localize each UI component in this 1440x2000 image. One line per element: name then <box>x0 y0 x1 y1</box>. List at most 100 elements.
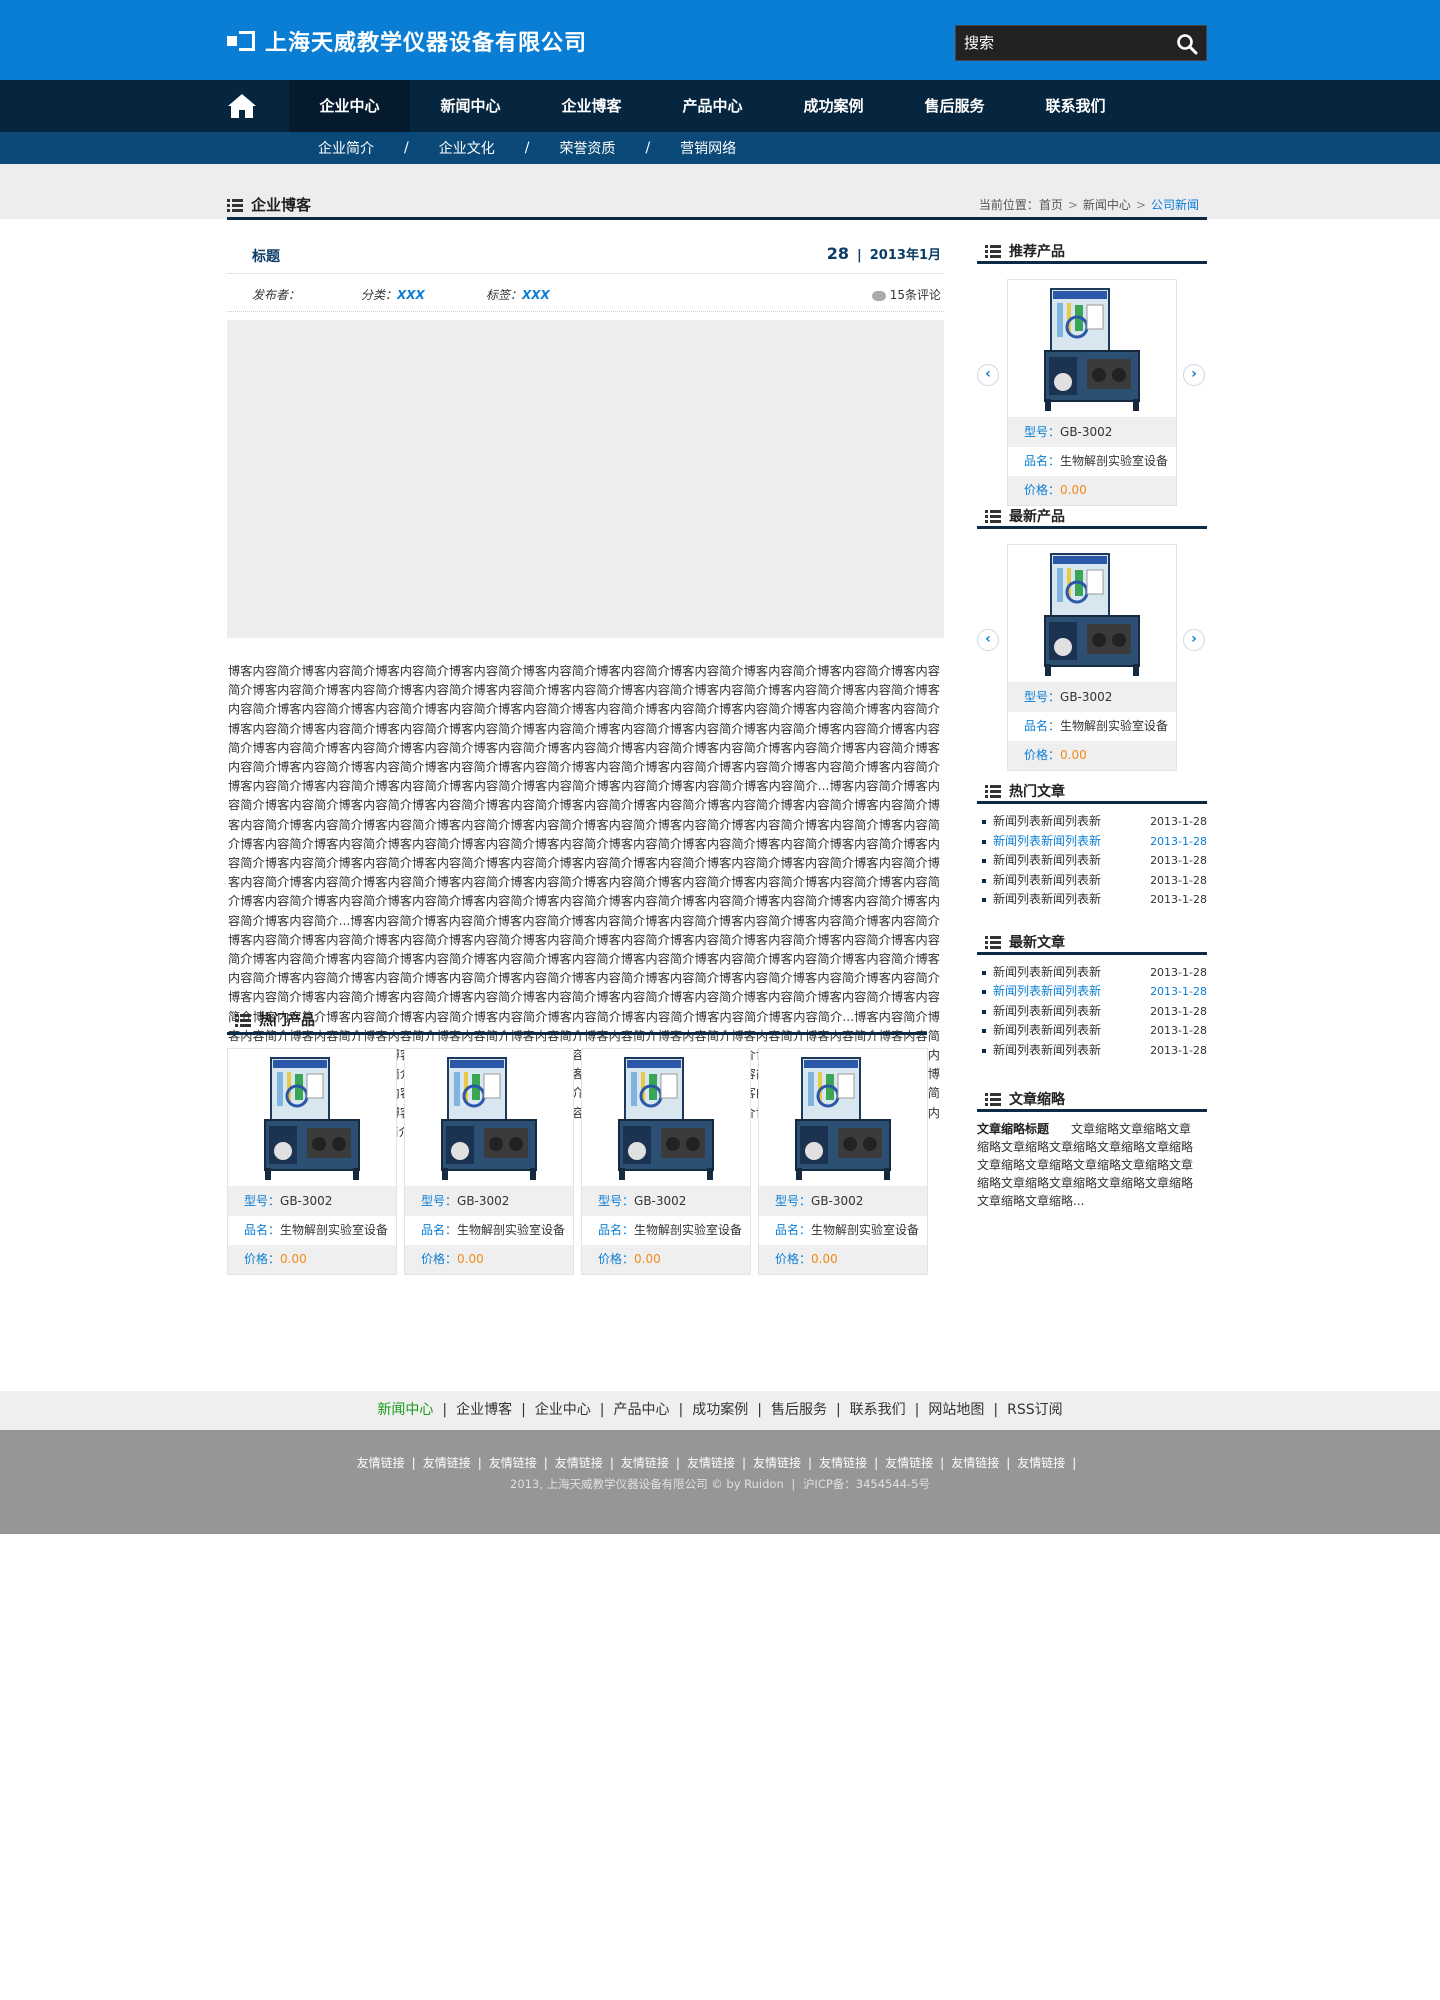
chevron-right-icon[interactable]: › <box>1183 364 1205 386</box>
post-title[interactable]: 标题 <box>252 246 280 266</box>
sub-nav-item[interactable]: 企业简介 <box>318 138 374 158</box>
product-card[interactable]: 型号：GB-3002 品名：生物解剖实验室设备 价格：0.00 <box>404 1048 574 1275</box>
breadcrumb: 当前位置：首页 > 新闻中心 > 公司新闻 <box>979 196 1199 213</box>
footer-nav-item[interactable]: 成功案例 <box>692 1402 748 1418</box>
product-image <box>1044 553 1140 676</box>
product-name[interactable]: 品名：生物解剖实验室设备 <box>228 1216 396 1245</box>
search-icon[interactable] <box>1176 33 1198 55</box>
article-abstract[interactable]: 文章缩略标题 文章缩略文章缩略文章缩略文章缩略文章缩略文章缩略文章缩略文章缩略文章… <box>977 1112 1207 1210</box>
sub-nav-item[interactable]: 营销网络 <box>680 138 736 158</box>
breadcrumb-item[interactable]: 公司新闻 <box>1151 198 1199 212</box>
separator: | <box>1072 1456 1077 1470</box>
article-title: 新闻列表新闻列表新 <box>993 1003 1102 1018</box>
footer-nav-item[interactable]: 产品中心 <box>614 1402 670 1418</box>
nav-item[interactable]: 成功案例 <box>773 80 894 132</box>
article-list-item[interactable]: 新闻列表新闻列表新 2013-1-28 <box>977 871 1207 891</box>
chevron-right-icon[interactable]: › <box>1183 629 1205 651</box>
product-image-frame[interactable] <box>582 1049 750 1187</box>
product-name[interactable]: 品名：生物解剖实验室设备 <box>759 1216 927 1245</box>
product-card[interactable]: 型号：GB-3002 品名：生物解剖实验室设备 价格：0.00 <box>758 1048 928 1275</box>
company-logo[interactable]: 上海天威教学仪器设备有限公司 <box>227 26 587 56</box>
home-icon[interactable] <box>227 92 257 120</box>
article-list-item[interactable]: 新闻列表新闻列表新 2013-1-28 <box>977 812 1207 832</box>
product-card[interactable]: 型号：GB-3002 品名：生物解剖实验室设备 价格：0.00 <box>227 1048 397 1275</box>
article-date: 2013-1-28 <box>1150 815 1207 828</box>
friend-link[interactable]: 友情链接 <box>555 1456 603 1470</box>
product-card[interactable]: 型号：GB-3002 品名：生物解剖实验室设备 价格：0.00 <box>1007 544 1177 771</box>
nav-item[interactable]: 新闻中心 <box>410 80 531 132</box>
friend-link[interactable]: 友情链接 <box>489 1456 537 1470</box>
product-image-frame[interactable] <box>228 1049 396 1187</box>
sub-nav-items: 企业简介 / 企业文化 / 荣誉资质 / 营销网络 <box>318 132 736 164</box>
product-image-frame[interactable] <box>759 1049 927 1187</box>
sidebar: 推荐产品 型号：GB-3002 品名：生物解剖实验室设备 价格：0.00 ‹ › 最新产… <box>977 238 1207 1210</box>
product-card[interactable]: 型号：GB-3002 品名：生物解剖实验室设备 价格：0.00 <box>1007 279 1177 506</box>
nav-item[interactable]: 企业博客 <box>531 80 652 132</box>
footer-nav-item[interactable]: 联系我们 <box>850 1402 906 1418</box>
sub-nav-item[interactable]: 荣誉资质 <box>559 138 615 158</box>
post-category: 分类：XXX <box>361 288 425 302</box>
product-card[interactable]: 型号：GB-3002 品名：生物解剖实验室设备 价格：0.00 <box>581 1048 751 1275</box>
friend-link[interactable]: 友情链接 <box>1017 1456 1065 1470</box>
nav-list: 企业中心 新闻中心 企业博客 产品中心 成功案例 售后服务 联系我们 <box>289 80 1136 132</box>
friend-link[interactable]: 友情链接 <box>885 1456 933 1470</box>
separator: | <box>835 1402 841 1418</box>
sub-nav-item[interactable]: 企业文化 <box>439 138 495 158</box>
search-input[interactable] <box>964 26 1164 60</box>
product-name[interactable]: 品名：生物解剖实验室设备 <box>582 1216 750 1245</box>
friend-link[interactable]: 友情链接 <box>423 1456 471 1470</box>
list-icon <box>985 785 1001 799</box>
footer-nav-item[interactable]: 售后服务 <box>771 1402 827 1418</box>
article-list-item[interactable]: 新闻列表新闻列表新 2013-1-28 <box>977 963 1207 983</box>
footer-nav-item[interactable]: 网站地图 <box>928 1402 984 1418</box>
friend-link[interactable]: 友情链接 <box>819 1456 867 1470</box>
latest-products-slider: 型号：GB-3002 品名：生物解剖实验室设备 价格：0.00 ‹ › <box>977 529 1207 771</box>
article-date: 2013-1-28 <box>1150 965 1207 979</box>
icp-number: 沪ICP备：3454544-5号 <box>802 1477 930 1491</box>
nav-item[interactable]: 产品中心 <box>652 80 773 132</box>
tag-link[interactable]: XXX <box>522 288 550 302</box>
product-price: 价格：0.00 <box>228 1245 396 1274</box>
section-header: 企业博客 当前位置：首页 > 新闻中心 > 公司新闻 <box>227 190 1207 220</box>
article-list-item[interactable]: 新闻列表新闻列表新 2013-1-28 <box>977 832 1207 852</box>
article-title: 新闻列表新闻列表新 <box>993 833 1102 848</box>
product-name[interactable]: 品名：生物解剖实验室设备 <box>1008 712 1176 741</box>
article-list-item[interactable]: 新闻列表新闻列表新 2013-1-28 <box>977 1041 1207 1061</box>
footer-nav-item[interactable]: 企业博客 <box>456 1402 512 1418</box>
friend-link[interactable]: 友情链接 <box>687 1456 735 1470</box>
product-name[interactable]: 品名：生物解剖实验室设备 <box>1008 447 1176 476</box>
chevron-left-icon[interactable]: ‹ <box>977 364 999 386</box>
separator: | <box>543 1456 548 1470</box>
separator: | <box>411 1456 416 1470</box>
product-image-frame[interactable] <box>1008 545 1176 683</box>
article-date: 2013-1-28 <box>1150 854 1207 867</box>
friend-link[interactable]: 友情链接 <box>951 1456 999 1470</box>
main-nav: 企业中心 新闻中心 企业博客 产品中心 成功案例 售后服务 联系我们 <box>0 80 1440 132</box>
chevron-right-icon: > <box>1135 198 1146 212</box>
breadcrumb-item[interactable]: 新闻中心 <box>1083 198 1131 212</box>
article-list-item[interactable]: 新闻列表新闻列表新 2013-1-28 <box>977 890 1207 910</box>
category-link[interactable]: XXX <box>397 288 425 302</box>
footer-nav-item[interactable]: 新闻中心 <box>377 1402 433 1418</box>
product-image-frame[interactable] <box>405 1049 573 1187</box>
article-list-item[interactable]: 新闻列表新闻列表新 2013-1-28 <box>977 1021 1207 1041</box>
friend-link[interactable]: 友情链接 <box>357 1456 405 1470</box>
friend-link[interactable]: 友情链接 <box>753 1456 801 1470</box>
product-model: 型号：GB-3002 <box>1008 418 1176 447</box>
separator: | <box>477 1456 482 1470</box>
breadcrumb-item[interactable]: 首页 <box>1039 198 1063 212</box>
product-name[interactable]: 品名：生物解剖实验室设备 <box>405 1216 573 1245</box>
article-list-item[interactable]: 新闻列表新闻列表新 2013-1-28 <box>977 1002 1207 1022</box>
chevron-left-icon[interactable]: ‹ <box>977 629 999 651</box>
footer-nav-item[interactable]: 企业中心 <box>535 1402 591 1418</box>
main-content: 标题 28 | 2013年1月 发布者： 分类：XXX 标签：XXX 15条评论 博… <box>227 238 944 1275</box>
comment-count[interactable]: 15条评论 <box>871 286 941 303</box>
product-image-frame[interactable] <box>1008 280 1176 418</box>
friend-link[interactable]: 友情链接 <box>621 1456 669 1470</box>
nav-item[interactable]: 联系我们 <box>1015 80 1136 132</box>
footer-nav-item[interactable]: RSS订阅 <box>1007 1402 1063 1418</box>
article-list-item[interactable]: 新闻列表新闻列表新 2013-1-28 <box>977 851 1207 871</box>
nav-item[interactable]: 企业中心 <box>289 80 410 132</box>
nav-item[interactable]: 售后服务 <box>894 80 1015 132</box>
article-list-item[interactable]: 新闻列表新闻列表新 2013-1-28 <box>977 982 1207 1002</box>
